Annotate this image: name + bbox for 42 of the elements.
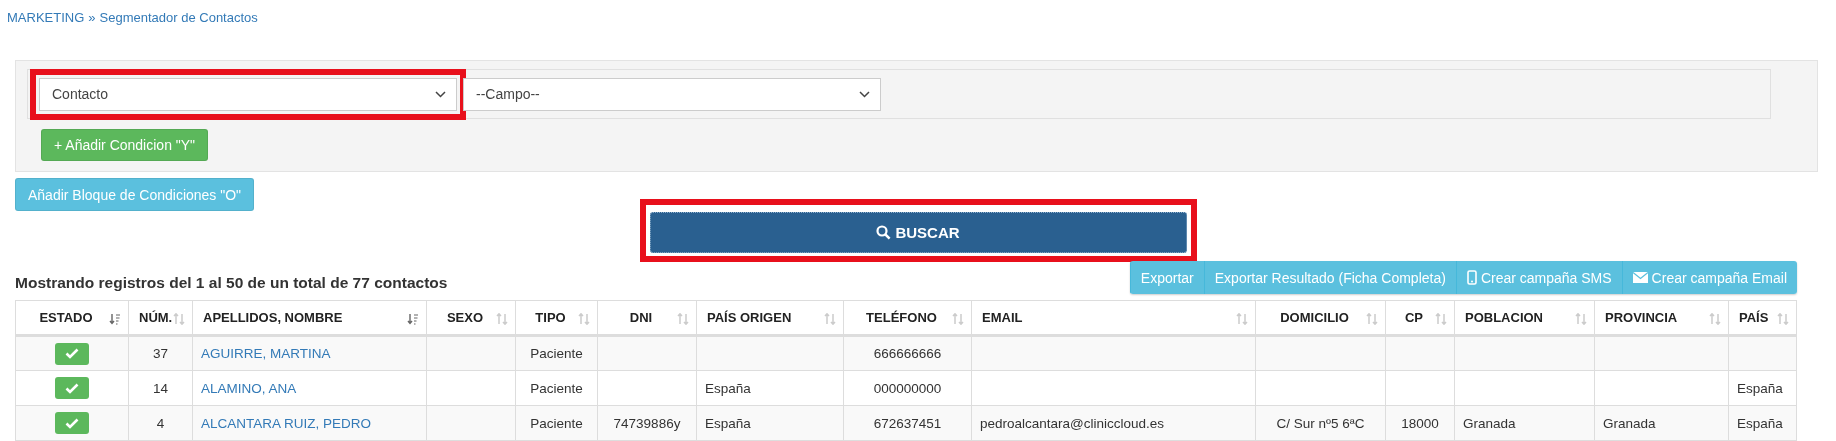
check-icon [65,348,79,359]
sort-icon[interactable] [109,313,121,325]
phone-icon [1466,270,1477,285]
table-cell: C/ Sur nº5 6ªC [1255,405,1386,441]
table-cell [1385,335,1455,371]
table-cell: 74739886y [597,405,697,441]
check-icon [65,417,79,429]
table-cell: 18000 [1385,405,1455,441]
table-cell [1728,335,1797,371]
search-icon [876,225,892,240]
chevron-down-icon [435,90,446,98]
table-cell: España [1728,370,1797,406]
table-cell: Granada [1594,405,1729,441]
table-cell [1385,370,1455,406]
table-cell: pedroalcantara@cliniccloud.es [971,405,1256,441]
results-summary: Mostrando registros del 1 al 50 de un total de 77 contactos [15,274,448,293]
select-field[interactable]: --Campo-- [463,77,881,111]
table-cell: 37 [128,335,193,371]
table-cell: España [696,405,844,441]
table-cell: 672637451 [843,405,972,441]
envelope-icon [1632,272,1648,283]
table-cell: 666666666 [843,335,972,371]
table-cell: España [1728,405,1797,441]
contact-link[interactable]: ALCANTARA RUIZ, PEDRO [201,415,372,431]
check-icon [65,382,79,394]
table-cell: Granada [1454,405,1595,441]
table-cell: Paciente [515,370,598,406]
table-cell: Paciente [515,405,598,441]
search-button[interactable]: BUSCAR [649,212,1187,253]
breadcrumb-separator: » [88,10,96,25]
chevron-down-icon [859,90,870,98]
table-cell: 14 [128,370,193,406]
select-field[interactable]: Contacto [39,77,457,111]
table-cell: 4 [128,405,193,441]
table-cell: Paciente [515,335,598,371]
contact-link[interactable]: ALAMINO, ANA [201,380,297,396]
sort-icon[interactable] [407,313,419,325]
breadcrumb-link[interactable]: MARKETING [7,10,85,25]
breadcrumb-link[interactable]: Segmentador de Contactos [99,10,258,25]
table-cell: 000000000 [843,370,972,406]
table-cell: España [696,370,844,406]
contact-link[interactable]: AGUIRRE, MARTINA [201,346,331,361]
